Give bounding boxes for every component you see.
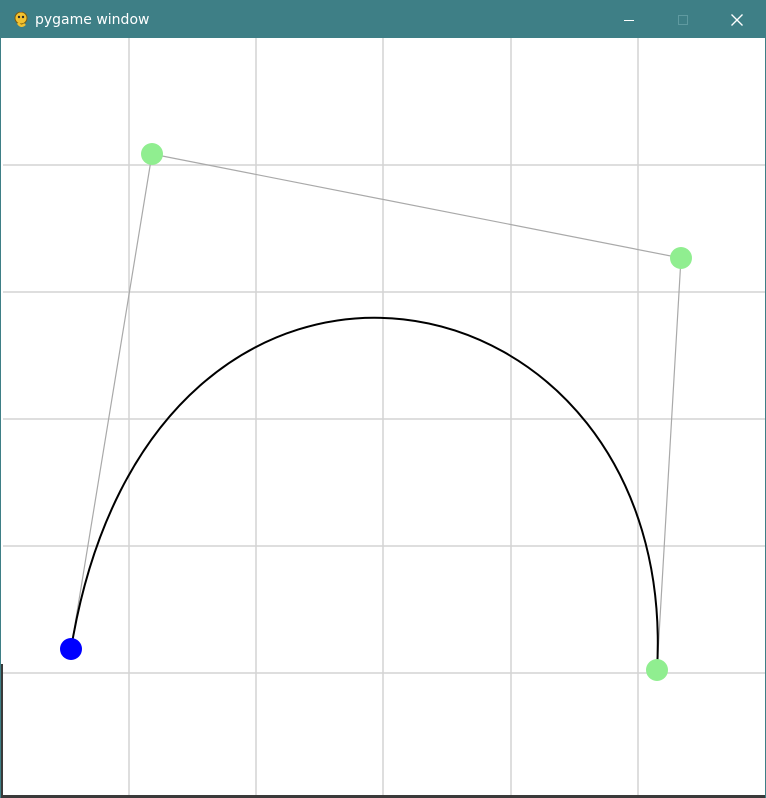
control-point[interactable]: [141, 143, 163, 165]
close-button[interactable]: [710, 1, 764, 38]
control-point[interactable]: [646, 659, 668, 681]
minimize-icon: [624, 19, 634, 21]
pygame-window: pygame window: [0, 0, 766, 798]
title-bar[interactable]: pygame window: [1, 1, 765, 38]
control-point[interactable]: [670, 247, 692, 269]
pygame-snake-icon: [14, 10, 28, 27]
window-title: pygame window: [35, 12, 150, 28]
maximize-button[interactable]: [656, 1, 710, 38]
selected-control-point[interactable]: [60, 638, 82, 660]
maximize-icon: [678, 14, 688, 25]
minimize-button[interactable]: [602, 1, 656, 38]
close-icon: [731, 13, 743, 26]
canvas-background: [3, 38, 765, 795]
window-edge-left: [1, 664, 3, 795]
drawing-canvas[interactable]: [3, 38, 765, 795]
